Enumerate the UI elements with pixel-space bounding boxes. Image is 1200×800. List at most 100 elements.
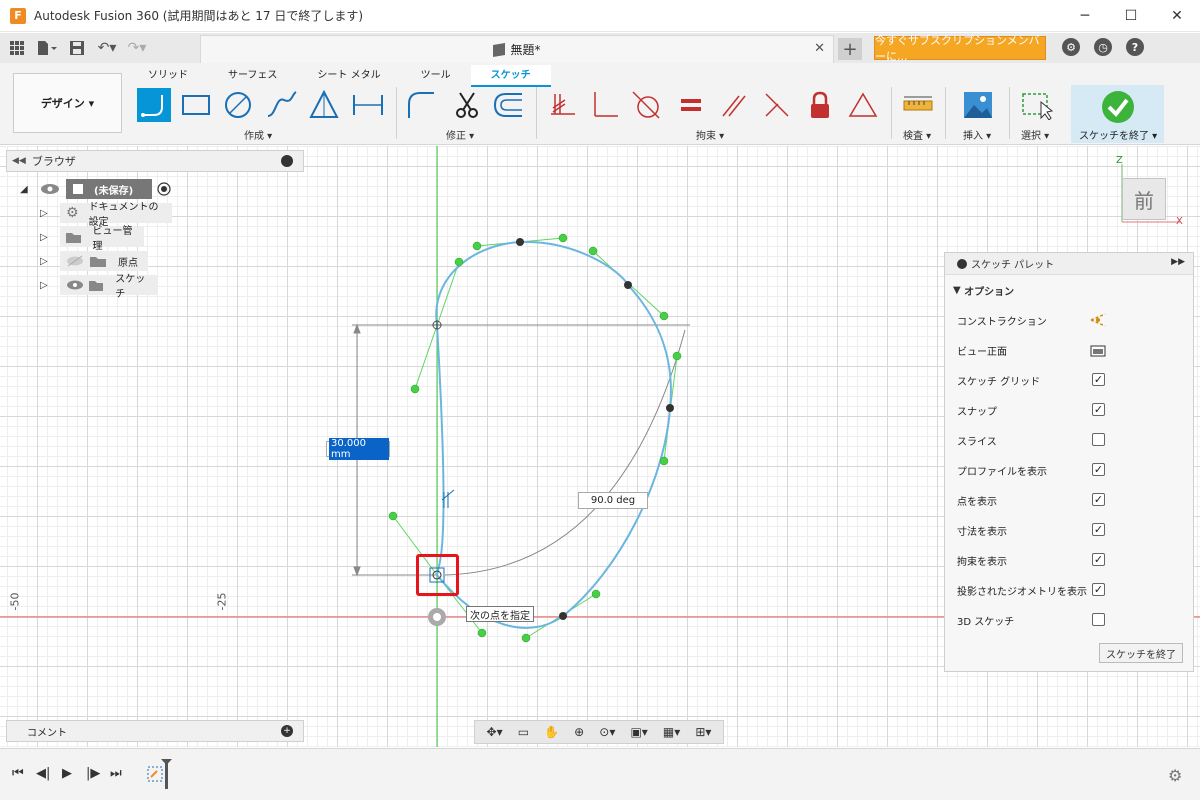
save-icon[interactable] [66,38,88,58]
tab-tools[interactable]: ツール [401,65,471,87]
show-constraints-checkbox[interactable]: ✓ [1092,553,1105,566]
show-points-checkbox[interactable]: ✓ [1092,493,1105,506]
palette-finish-sketch-button[interactable]: スケッチを終了 [1099,643,1183,663]
undo-icon[interactable]: ↶▾ [96,38,118,58]
palette-header[interactable]: スケッチ パレット ▶▶ [945,253,1193,275]
timeline-settings-gear-icon[interactable]: ⚙ [1168,766,1182,785]
insert-image-icon[interactable] [961,88,995,122]
browser-item-document-settings[interactable]: ▷ ⚙ ドキュメントの設定 [40,202,172,228]
timeline-bar: ⏮ ◀| ▶ |▶ ⏭ ⚙ [0,748,1200,800]
tab-surface[interactable]: サーフェス [208,65,297,87]
step-forward-icon[interactable]: |▶ [86,766,100,781]
visibility-eye-icon [67,280,83,290]
display-settings-icon[interactable]: ▣▾ [630,725,647,739]
redo-icon[interactable]: ↷▾ [126,38,148,58]
browser-item-label: スケッチ [115,274,146,300]
go-to-start-icon[interactable]: ⏮ [12,766,24,781]
minimize-button[interactable]: ─ [1062,0,1108,32]
tab-solid[interactable]: ソリッド [128,65,208,87]
help-icon[interactable]: ? [1126,38,1144,56]
finish-sketch-button[interactable]: スケッチを終了 ▾ [1071,85,1164,143]
dimension-input-field[interactable]: 30.000 mm [326,438,390,460]
fit-points [516,238,674,620]
snap-checkbox[interactable]: ✓ [1092,403,1105,416]
rectangle-tool-icon[interactable] [179,88,213,122]
look-at-nav-icon[interactable]: ▭ [518,725,529,739]
sketch-palette: スケッチ パレット ▶▶ ▼ オプション コンストラクション ビュー正面 スケッ… [944,252,1194,672]
spline-tool-icon[interactable] [265,88,299,122]
show-projected-geometry-checkbox[interactable]: ✓ [1092,583,1105,596]
timeline-sketch-feature-icon[interactable] [145,757,173,793]
group-select-label[interactable]: 選択 ▾ [1021,127,1049,142]
equal-constraint-icon[interactable] [674,88,708,122]
browser-item-sketches[interactable]: ▷ スケッチ [40,274,158,300]
group-constraints-label[interactable]: 拘束 ▾ [696,127,724,142]
show-profile-checkbox[interactable]: ✓ [1092,463,1105,476]
tangent-constraint-icon[interactable] [629,88,663,122]
view-cube[interactable]: 前 [1122,178,1166,220]
tab-sketch[interactable]: スケッチ [470,65,551,87]
horizontal-vertical-constraint-icon[interactable] [760,88,794,122]
browser-item-label: 原点 [118,257,138,269]
group-modify-label[interactable]: 修正 ▾ [446,127,474,142]
parallel-constraint-icon[interactable] [717,88,751,122]
clock-icon[interactable]: ◷ [1094,38,1112,56]
circle-tool-icon[interactable] [221,88,255,122]
grid-settings-icon[interactable]: ▦▾ [663,725,680,739]
new-tab-button[interactable]: + [838,38,862,60]
offset-tool-icon[interactable] [491,88,525,122]
document-tab[interactable]: 無題* ✕ [200,35,834,63]
dimension-tool-icon[interactable] [351,88,385,122]
polygon-tool-icon[interactable] [307,88,341,122]
trim-scissors-icon[interactable] [450,88,484,122]
job-status-icon[interactable]: ⚙ [1062,38,1080,56]
show-dimensions-checkbox[interactable]: ✓ [1092,523,1105,536]
step-back-icon[interactable]: ◀| [36,766,50,781]
group-inspect-label[interactable]: 検査 ▾ [903,127,931,142]
browser-item-named-views[interactable]: ▷ ビュー管理 [40,226,144,252]
measure-ruler-icon[interactable] [901,88,935,122]
slice-checkbox[interactable] [1092,433,1105,446]
pan-hand-icon[interactable]: ✋ [544,725,559,739]
browser-item-origin[interactable]: ▷ 原点 [40,250,148,272]
expand-triangle-icon[interactable]: ◢ [20,184,30,195]
look-at-icon[interactable] [1090,343,1106,357]
fix-lock-icon[interactable] [803,88,837,122]
orbit-icon[interactable]: ✥▾ [487,725,503,739]
3d-sketch-checkbox[interactable] [1092,613,1105,626]
fit-zoom-icon[interactable]: ⊙▾ [599,725,615,739]
file-menu-icon[interactable] [36,38,58,58]
go-to-end-icon[interactable]: ⏭ [110,766,122,781]
zoom-icon[interactable]: ⊕ [574,725,584,739]
select-window-icon[interactable] [1020,88,1054,122]
collapse-arrow-icon[interactable]: ◀◀ [12,156,26,166]
data-panel-grid-icon[interactable] [6,38,28,58]
palette-options-section[interactable]: ▼ オプション [945,275,1193,305]
fillet-tool-icon[interactable] [404,88,438,122]
maximize-button[interactable]: ☐ [1108,0,1154,32]
sketch-grid-checkbox[interactable]: ✓ [1092,373,1105,386]
viewports-icon[interactable]: ⊞▾ [695,725,711,739]
palette-minimize-icon[interactable] [957,258,967,269]
comments-panel[interactable]: コメント + [6,720,304,742]
subscribe-button[interactable]: 今すぐサブスクリプションメンバーに... [874,34,1046,63]
palette-row-projected: 投影されたジオメトリを表示 ✓ [957,583,1105,598]
browser-root-row[interactable]: ◢ (未保存) [20,178,172,200]
symmetry-constraint-icon[interactable] [846,88,880,122]
close-tab-icon[interactable]: ✕ [814,41,825,56]
close-window-button[interactable]: ✕ [1154,0,1200,32]
perpendicular-constraint-icon[interactable] [588,88,622,122]
coincident-constraint-icon[interactable] [546,88,580,122]
workspace-switcher[interactable]: デザイン ▾ [13,73,122,133]
tab-sheet-metal[interactable]: シート メタル [297,65,400,87]
group-insert-label[interactable]: 挿入 ▾ [963,127,991,142]
group-create-label[interactable]: 作成 ▾ [244,127,272,142]
line-tool-icon[interactable] [137,88,171,122]
play-icon[interactable]: ▶ [62,766,72,781]
palette-expand-icon[interactable]: ▶▶ [1171,257,1185,267]
browser-minimize-icon[interactable] [281,155,293,167]
browser-panel-header[interactable]: ◀◀ ブラウザ [6,150,304,172]
add-comment-icon[interactable]: + [281,725,293,737]
angle-input-field[interactable]: 90.0 deg [578,492,648,509]
construction-icon[interactable] [1089,313,1107,327]
